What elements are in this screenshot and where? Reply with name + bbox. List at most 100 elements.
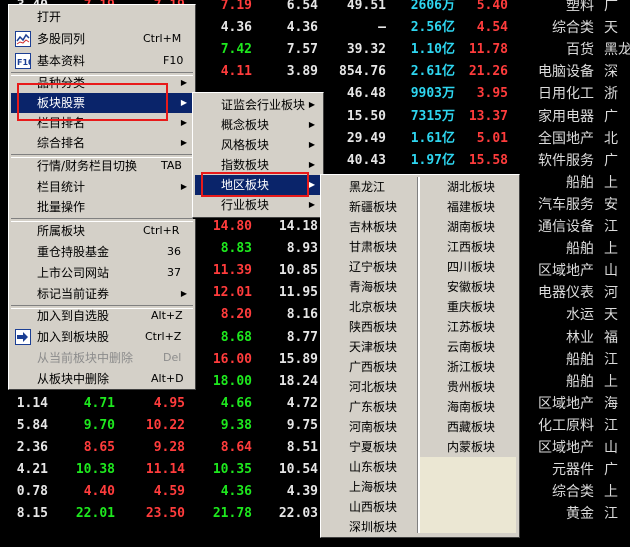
- quote-cell: 13.37: [468, 108, 508, 124]
- industry-cell: 船舶: [566, 373, 594, 390]
- region-item[interactable]: 福建板块: [447, 197, 495, 217]
- menu-company-site[interactable]: 上市公司网站 37: [11, 263, 193, 283]
- quote-cell: 7315万: [410, 108, 455, 124]
- region-item[interactable]: 广西板块: [349, 357, 397, 377]
- quote-row[interactable]: 0.78 4.40 4.59 4.36 4.39 综合类上: [0, 481, 630, 503]
- industry-cell: 日用化工: [538, 86, 594, 103]
- region-item[interactable]: 海南板块: [447, 397, 495, 417]
- region-item[interactable]: 山西板块: [349, 497, 397, 517]
- menu-multi-stock[interactable]: 多股同列 Ctrl+M: [11, 29, 193, 49]
- chart-icon: [15, 31, 31, 47]
- menu-mark-security[interactable]: 标记当前证券 ▶: [11, 284, 193, 304]
- industry-cell: 综合类: [552, 484, 594, 501]
- industry-cell: 软件服务: [538, 152, 594, 169]
- quote-cell: 3.95: [476, 86, 508, 102]
- menu-batch[interactable]: 批量操作: [11, 197, 193, 217]
- region-cell: 广: [604, 462, 618, 479]
- menu-column-rank[interactable]: 栏目排名 ▶: [11, 113, 193, 133]
- quote-cell: 5.84: [16, 417, 48, 433]
- region-item[interactable]: 上海板块: [349, 477, 397, 497]
- industry-cell: 电器仪表: [538, 285, 594, 302]
- submenu-arrow-icon: ▶: [180, 118, 187, 127]
- region-item[interactable]: 江苏板块: [447, 317, 495, 337]
- menu-column-stats[interactable]: 栏目统计 ▶: [11, 177, 193, 197]
- region-cell: 山: [604, 440, 618, 456]
- quote-cell: 1.10亿: [410, 42, 455, 58]
- quote-row[interactable]: 8.15 22.01 23.50 21.78 22.03 黄金江: [0, 503, 630, 525]
- region-cell: 上: [604, 241, 618, 258]
- region-cell: 黑龙: [604, 42, 630, 59]
- industry-cell: 区域地产: [538, 440, 594, 456]
- region-item[interactable]: 浙江板块: [447, 357, 495, 377]
- quote-cell: 4.36: [220, 484, 252, 500]
- sector-submenu: 证监会行业板块 ▶ 概念板块 ▶ 风格板块 ▶ 指数板块 ▶ 地区板块 ▶ 行业板块 ▶: [192, 92, 324, 218]
- quote-cell: 4.36: [220, 20, 252, 36]
- region-item[interactable]: 辽宁板块: [349, 257, 397, 277]
- quote-cell: 8.68: [220, 329, 252, 345]
- f10-icon: F10: [15, 53, 31, 69]
- menu-add-favorite[interactable]: 加入到自选股 Alt+Z: [11, 306, 193, 326]
- quote-cell: 10.35: [212, 462, 252, 478]
- region-item[interactable]: 天津板块: [349, 337, 397, 357]
- quote-cell: 7.57: [286, 42, 318, 58]
- menu-delete-sector[interactable]: 从板块中删除 Alt+D: [11, 369, 193, 389]
- region-item[interactable]: 吉林板块: [349, 217, 397, 237]
- menu-add-sector[interactable]: 加入到板块股 Ctrl+Z: [11, 327, 193, 347]
- menu-heavy-fund[interactable]: 重仓持股基金 36: [11, 242, 193, 262]
- quote-cell: 9.70: [83, 417, 115, 433]
- region-item[interactable]: 河南板块: [349, 417, 397, 437]
- quote-cell: 10.22: [145, 417, 185, 433]
- region-item[interactable]: 宁夏板块: [349, 437, 397, 457]
- menu-quote-switch[interactable]: 行情/财务栏目切换 TAB: [11, 156, 193, 176]
- region-item[interactable]: 重庆板块: [447, 297, 495, 317]
- region-item[interactable]: 陕西板块: [349, 317, 397, 337]
- quote-row[interactable]: 1.14 4.71 4.95 4.66 4.72 区域地产海: [0, 393, 630, 415]
- region-cell: 江: [604, 351, 618, 368]
- menu-belong-sector[interactable]: 所属板块 Ctrl+R: [11, 221, 193, 241]
- region-item[interactable]: 云南板块: [447, 337, 495, 357]
- menu-open[interactable]: 打开: [11, 7, 193, 27]
- region-item[interactable]: 湖北板块: [447, 177, 495, 197]
- quote-row[interactable]: 5.84 9.70 10.22 9.38 9.75 化工原料江: [0, 415, 630, 437]
- region-item[interactable]: 山东板块: [349, 457, 397, 477]
- region-cell: 广: [604, 108, 618, 125]
- region-item[interactable]: 江西板块: [447, 237, 495, 257]
- region-item[interactable]: 甘肃板块: [349, 237, 397, 257]
- region-item[interactable]: 青海板块: [349, 277, 397, 297]
- region-cell: 广: [604, 152, 618, 169]
- region-item[interactable]: 贵州板块: [447, 377, 495, 397]
- quote-row[interactable]: 2.36 8.65 9.28 8.64 8.51 区域地产山: [0, 437, 630, 459]
- region-item[interactable]: 四川板块: [447, 257, 495, 277]
- quote-cell: 7.42: [220, 42, 252, 58]
- region-item[interactable]: 广东板块: [349, 397, 397, 417]
- region-item[interactable]: 深圳板块: [349, 517, 397, 537]
- region-item[interactable]: 北京板块: [349, 297, 397, 317]
- submenu-concept[interactable]: 概念板块 ▶: [195, 115, 321, 135]
- region-item[interactable]: 湖南板块: [447, 217, 495, 237]
- menu-basic-info[interactable]: F10 基本资料 F10: [11, 51, 193, 71]
- submenu-style[interactable]: 风格板块 ▶: [195, 135, 321, 155]
- industry-cell: 黄金: [566, 506, 594, 523]
- region-item[interactable]: 河北板块: [349, 377, 397, 397]
- quote-cell: 854.76: [339, 64, 386, 80]
- quote-cell: 46.48: [346, 86, 386, 102]
- menu-sector-stocks[interactable]: 板块股票 ▶: [11, 93, 193, 113]
- quote-cell: 0.78: [16, 484, 48, 500]
- menu-overall-rank[interactable]: 综合排名 ▶: [11, 133, 193, 153]
- quote-cell: 8.93: [286, 241, 318, 257]
- region-item[interactable]: 内蒙板块: [447, 437, 495, 457]
- region-item[interactable]: 黑龙江: [349, 177, 385, 197]
- region-item[interactable]: 西藏板块: [447, 417, 495, 437]
- quote-cell: 29.49: [346, 130, 386, 146]
- quote-row[interactable]: 4.21 10.38 11.14 10.35 10.54 元器件广: [0, 459, 630, 481]
- quote-cell: 4.66: [220, 395, 252, 411]
- region-item[interactable]: 安徽板块: [447, 277, 495, 297]
- submenu-csrc-industry[interactable]: 证监会行业板块 ▶: [195, 95, 321, 115]
- submenu-industry[interactable]: 行业板块 ▶: [195, 195, 321, 215]
- submenu-index[interactable]: 指数板块 ▶: [195, 155, 321, 175]
- region-item[interactable]: 新疆板块: [349, 197, 397, 217]
- submenu-region[interactable]: 地区板块 ▶: [195, 175, 321, 195]
- menu-category[interactable]: 品种分类 ▶: [11, 73, 193, 93]
- quote-cell: 5.40: [476, 0, 508, 13]
- quote-cell: 7.19: [220, 0, 252, 13]
